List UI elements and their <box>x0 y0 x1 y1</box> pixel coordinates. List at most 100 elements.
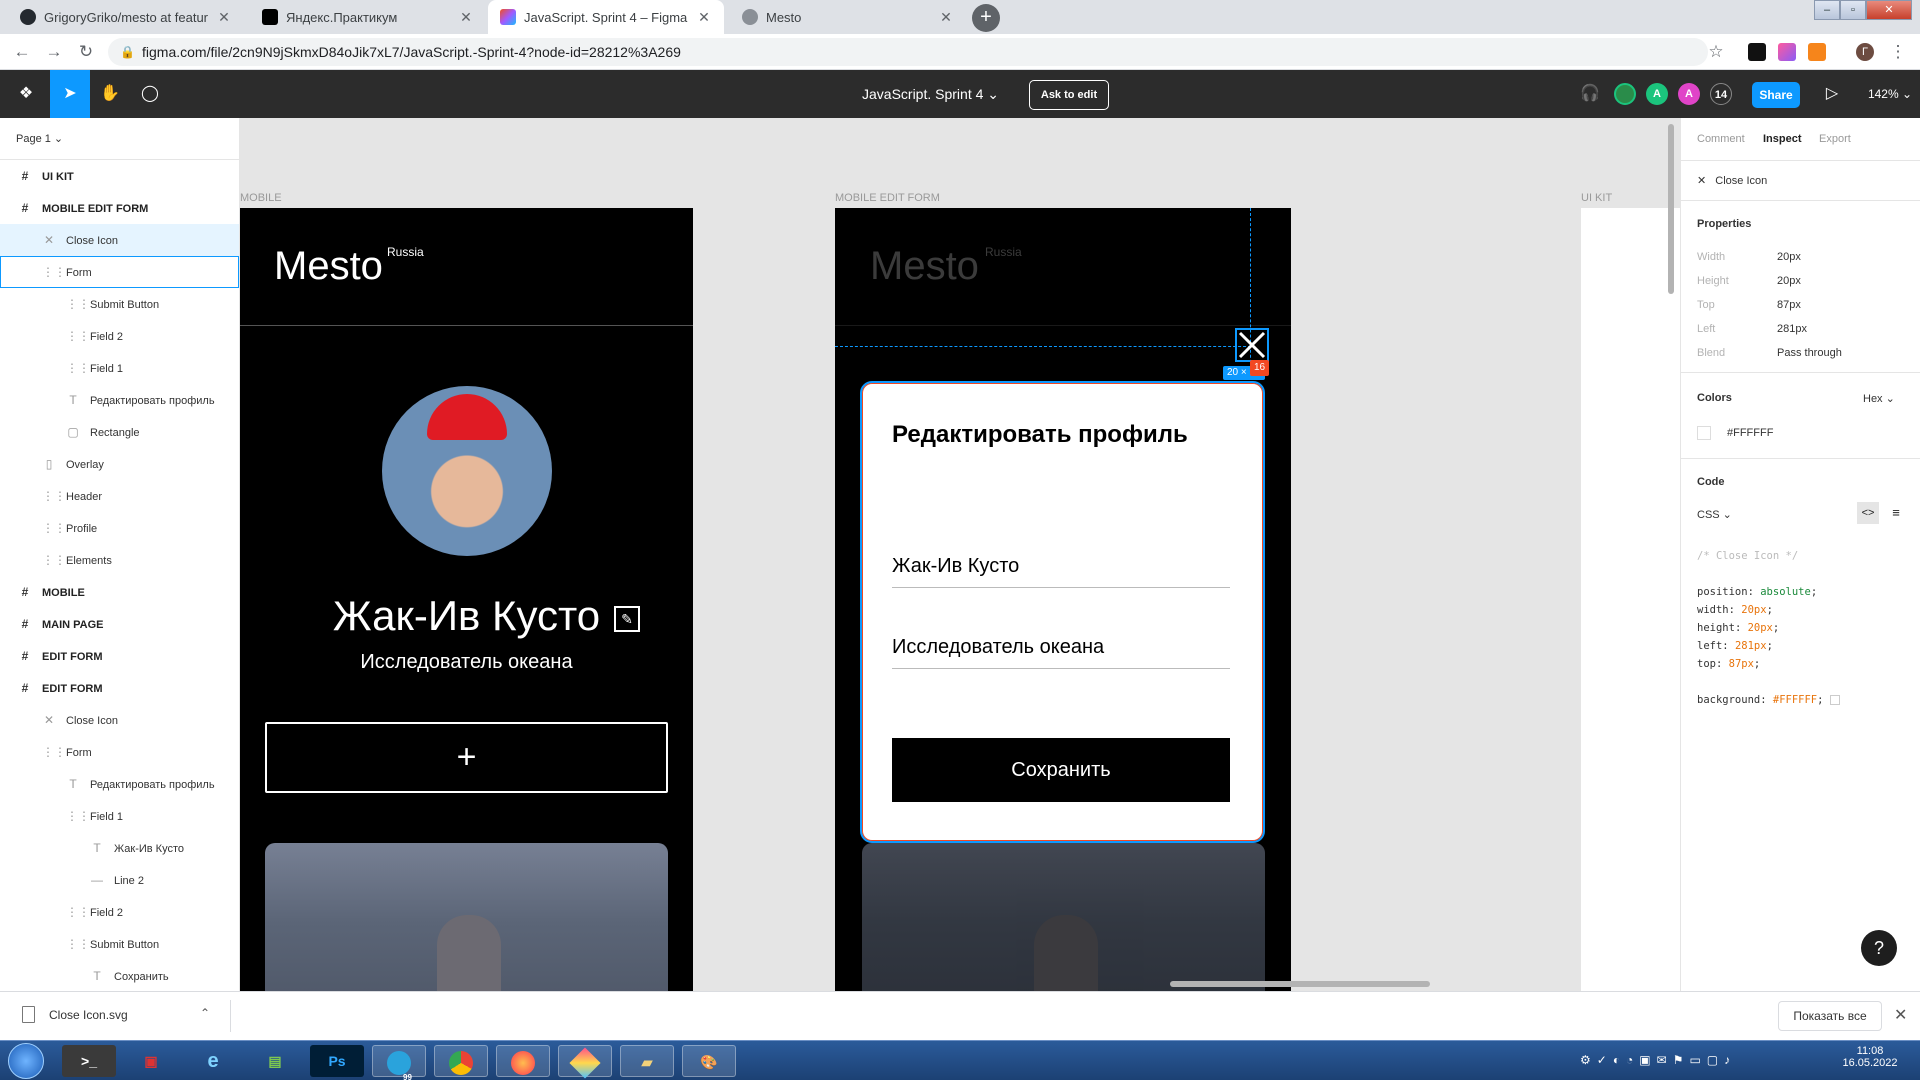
layer-item[interactable]: # MAIN PAGE <box>0 608 239 640</box>
save-icon[interactable]: ▣ <box>124 1045 178 1077</box>
layer-item[interactable]: ⋮⋮Field 2 <box>0 896 239 928</box>
clock[interactable]: 11:08 16.05.2022 <box>1830 1045 1910 1069</box>
avatar[interactable] <box>1614 83 1636 105</box>
list-view-icon[interactable]: ≡ <box>1885 502 1907 524</box>
layer-item[interactable]: T Редактировать профиль <box>0 384 239 416</box>
avatar[interactable]: A <box>1678 83 1700 105</box>
prop-left-value[interactable]: 281px <box>1777 323 1807 335</box>
close-icon[interactable]: ✕ <box>1894 1005 1907 1025</box>
browser-tab-mesto[interactable]: Mesto ✕ <box>730 0 966 34</box>
layer-item[interactable]: ⋮⋮Field 2 <box>0 320 239 352</box>
color-format-select[interactable]: Hex ⌄ <box>1863 392 1895 405</box>
ask-to-edit-button[interactable]: Ask to edit <box>1029 80 1109 110</box>
firefox-icon[interactable] <box>496 1045 550 1077</box>
close-icon[interactable]: ✕ <box>216 9 232 26</box>
close-icon[interactable]: ✕ <box>458 9 474 26</box>
prop-blend-value[interactable]: Pass through <box>1777 347 1842 359</box>
close-icon[interactable] <box>1235 328 1269 362</box>
close-icon[interactable]: ✕ <box>696 9 712 26</box>
canvas[interactable]: MOBILE MOBILE EDIT FORM UI KIT Mesto Rus… <box>240 118 1680 991</box>
move-tool-icon[interactable]: ➤ <box>50 70 90 118</box>
help-button[interactable]: ? <box>1861 930 1897 966</box>
start-button[interactable] <box>8 1043 44 1079</box>
layer-item[interactable]: ⋮⋮Header <box>0 480 239 512</box>
close-window-button[interactable]: ✕ <box>1866 0 1912 20</box>
profile-avatar[interactable]: Г <box>1856 43 1874 61</box>
hand-tool-icon[interactable]: ✋ <box>90 70 130 118</box>
avatar[interactable]: A <box>1646 83 1668 105</box>
code-line[interactable]: height: 20px; <box>1697 622 1779 634</box>
name-field[interactable]: Жак-Ив Кусто <box>892 548 1230 588</box>
tab-inspect[interactable]: Inspect <box>1763 118 1802 160</box>
share-button[interactable]: Share <box>1752 82 1800 108</box>
close-icon[interactable]: ✕ <box>938 9 954 26</box>
layer-item[interactable]: # MOBILE EDIT FORM <box>0 192 239 224</box>
layer-item[interactable]: # MOBILE <box>0 576 239 608</box>
frame-label-mobile-edit-form[interactable]: MOBILE EDIT FORM <box>835 192 940 204</box>
prop-width-value[interactable]: 20px <box>1777 251 1801 263</box>
telegram-icon[interactable]: 99 <box>372 1045 426 1080</box>
minimize-button[interactable]: – <box>1814 0 1840 20</box>
present-icon[interactable]: ▷ <box>1812 70 1852 118</box>
color-value[interactable]: #FFFFFF <box>1727 427 1773 439</box>
internet-explorer-icon[interactable]: e <box>186 1045 240 1077</box>
browser-tab-github[interactable]: GrigoryGriko/mesto at feature/h ✕ <box>8 0 244 34</box>
app-icon[interactable] <box>558 1045 612 1079</box>
code-lang-select[interactable]: CSS ⌄ <box>1697 508 1732 521</box>
code-line[interactable]: top: 87px; <box>1697 658 1760 670</box>
browser-tab-praktikum[interactable]: Яндекс.Практикум ✕ <box>250 0 486 34</box>
browser-tab-figma[interactable]: JavaScript. Sprint 4 – Figma ✕ <box>488 0 724 34</box>
layer-item[interactable]: ⋮⋮Form <box>0 736 239 768</box>
layer-item[interactable]: ⋮⋮Field 1 <box>0 352 239 384</box>
layer-item[interactable]: # EDIT FORM <box>0 640 239 672</box>
collaborator-count[interactable]: 14 <box>1710 83 1732 105</box>
layer-item[interactable]: ⋮⋮Submit Button <box>0 288 239 320</box>
layer-item[interactable]: ⋮⋮Elements <box>0 544 239 576</box>
document-title[interactable]: JavaScript. Sprint 4 ⌄ <box>862 70 999 118</box>
back-icon[interactable]: ← <box>12 42 32 62</box>
new-tab-button[interactable]: + <box>972 4 1000 32</box>
url-input[interactable]: 🔒 figma.com/file/2cn9N9jSkmxD84oJik7xL7/… <box>108 38 1708 66</box>
layer-item[interactable]: ⋮⋮Form <box>0 256 239 288</box>
layer-item[interactable]: ⋮⋮Field 1 <box>0 800 239 832</box>
extension-icon[interactable] <box>1748 43 1766 61</box>
frame-label-ui-kit[interactable]: UI KIT <box>1581 192 1612 204</box>
maximize-button[interactable]: ▫ <box>1840 0 1866 20</box>
code-line[interactable]: width: 20px; <box>1697 604 1773 616</box>
photoshop-icon[interactable]: Ps <box>310 1045 364 1077</box>
explorer-icon[interactable]: ▰ <box>620 1045 674 1077</box>
menu-icon[interactable]: ⋮ <box>1888 42 1908 62</box>
frame-mobile[interactable]: Mesto Russia Жак-Ив Кусто ✎ Исследовател… <box>240 208 693 991</box>
forward-icon[interactable]: → <box>44 42 64 62</box>
paint-icon[interactable]: 🎨 <box>682 1045 736 1077</box>
horizontal-scrollbar[interactable] <box>1170 981 1430 987</box>
layer-item[interactable]: ⋮⋮Profile <box>0 512 239 544</box>
layer-item[interactable]: T Сохранить <box>0 960 239 991</box>
page-select[interactable]: Page 1 ⌄ <box>0 118 239 160</box>
tab-comment[interactable]: Comment <box>1697 118 1745 160</box>
vertical-scrollbar[interactable] <box>1668 124 1674 294</box>
star-icon[interactable]: ☆ <box>1706 42 1726 62</box>
download-file[interactable]: Close Icon.svg <box>49 1008 128 1022</box>
prop-height-value[interactable]: 20px <box>1777 275 1801 287</box>
code-line[interactable]: position: absolute; <box>1697 586 1817 598</box>
frame-label-mobile[interactable]: MOBILE <box>240 192 282 204</box>
terminal-icon[interactable]: >_ <box>62 1045 116 1077</box>
layer-item[interactable]: — Line 2 <box>0 864 239 896</box>
job-field[interactable]: Исследователь океана <box>892 629 1230 669</box>
comment-tool-icon[interactable]: ◯ <box>130 70 170 118</box>
frame-ui-kit[interactable] <box>1581 208 1680 991</box>
layer-item[interactable]: ✕ Close Icon <box>0 224 239 256</box>
layer-item[interactable]: ⋮⋮Submit Button <box>0 928 239 960</box>
add-card-button[interactable]: + <box>265 722 668 793</box>
figma-menu-icon[interactable]: ❖ <box>4 70 48 118</box>
extension-icon[interactable] <box>1778 43 1796 61</box>
code-line[interactable]: left: 281px; <box>1697 640 1773 652</box>
prop-top-value[interactable]: 87px <box>1777 299 1801 311</box>
layer-item[interactable]: # EDIT FORM <box>0 672 239 704</box>
layer-item[interactable]: T Жак-Ив Кусто <box>0 832 239 864</box>
code-view-icon[interactable]: <> <box>1857 502 1879 524</box>
tab-export[interactable]: Export <box>1819 118 1851 160</box>
chrome-icon[interactable] <box>434 1045 488 1077</box>
tray-icons[interactable]: ⚙✓◐◔▣✉⚑▭▢♪ <box>1580 1053 1736 1067</box>
